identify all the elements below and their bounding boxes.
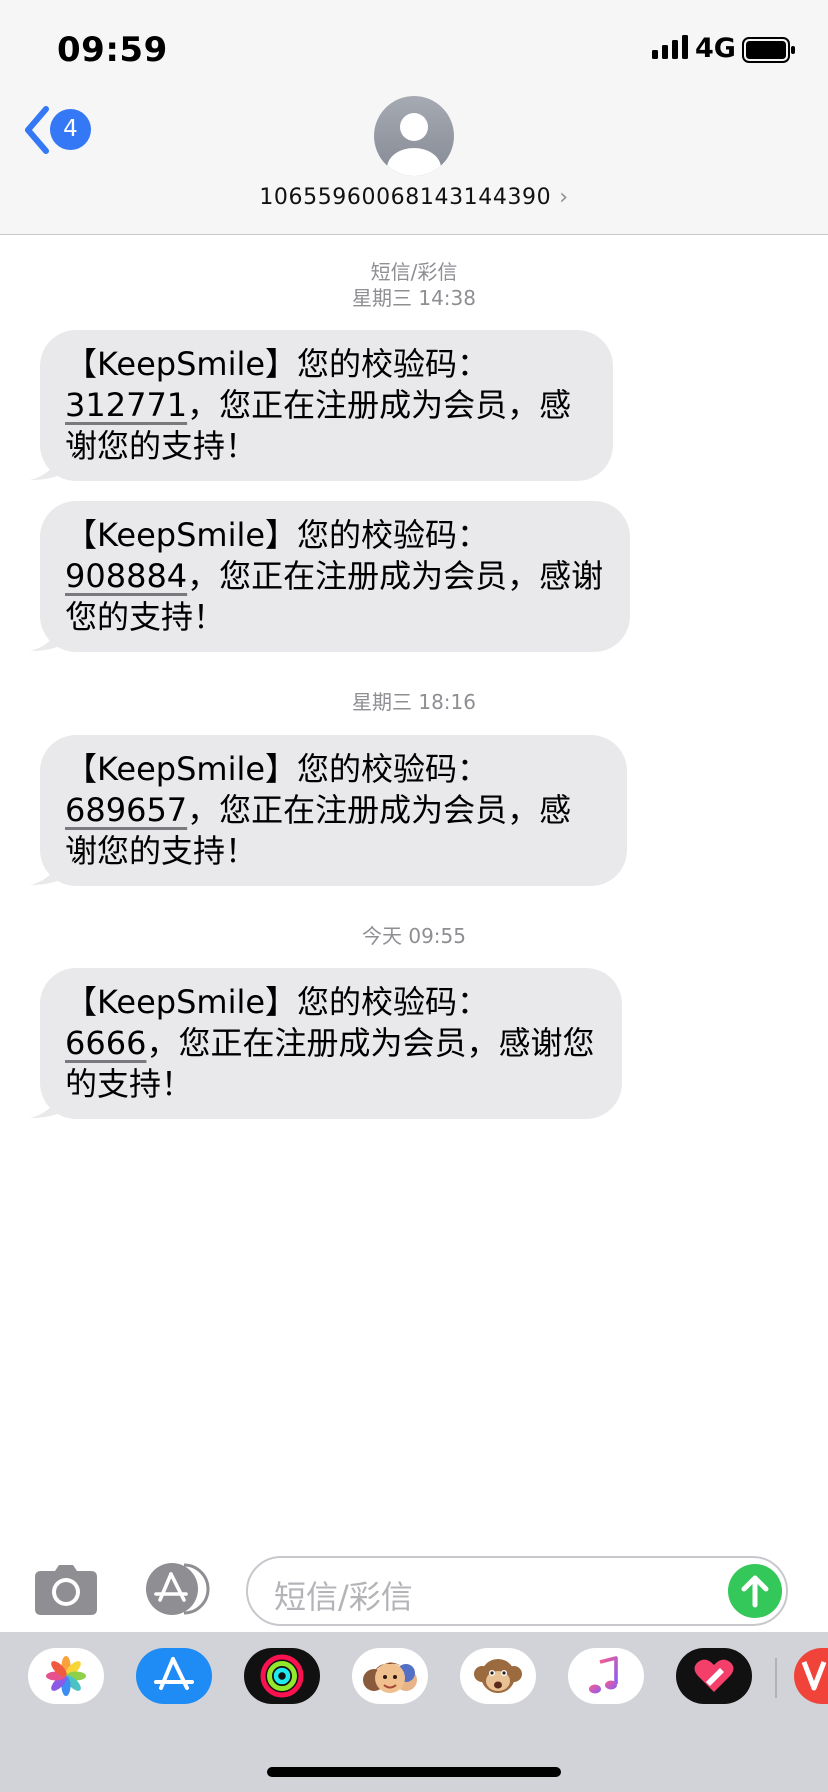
verification-code[interactable]: 908884 xyxy=(65,557,187,595)
bubble-tail xyxy=(30,449,74,480)
service-label: 短信/彩信 xyxy=(370,260,458,284)
message-bubble[interactable]: 【KeepSmile】您的校验码：312771，您正在注册成为会员，感谢您的支持… xyxy=(30,330,613,481)
drawer-divider xyxy=(775,1658,777,1698)
navigation-header: 09:59 4G 4 10655960068143144390 › xyxy=(0,0,828,235)
contact-avatar[interactable] xyxy=(374,96,454,176)
message-bubble[interactable]: 【KeepSmile】您的校验码：689657，您正在注册成为会员，感谢您的支持… xyxy=(30,735,627,886)
camera-icon[interactable] xyxy=(35,1565,97,1615)
memoji-app-icon[interactable] xyxy=(352,1648,428,1704)
status-time: 09:59 xyxy=(57,30,168,70)
partial-app-icon[interactable] xyxy=(794,1648,828,1704)
battery-icon xyxy=(742,37,795,63)
bubble-tail xyxy=(30,620,74,651)
app-store-app-icon[interactable] xyxy=(136,1648,212,1704)
verification-code[interactable]: 6666 xyxy=(65,1024,146,1062)
chevron-right-icon: › xyxy=(559,185,569,210)
timestamp: 星期三 18:16 xyxy=(352,690,476,714)
message-input[interactable]: 短信/彩信 xyxy=(246,1556,788,1626)
timestamp: 今天 09:55 xyxy=(362,924,466,948)
verification-code[interactable]: 689657 xyxy=(65,791,187,829)
activity-app-icon[interactable] xyxy=(244,1648,320,1704)
animoji-app-icon[interactable] xyxy=(460,1648,536,1704)
home-indicator[interactable] xyxy=(267,1767,561,1777)
send-arrow-icon[interactable] xyxy=(728,1564,782,1618)
bubble-tail xyxy=(30,854,74,885)
timestamp: 星期三 14:38 xyxy=(352,286,476,310)
network-type: 4G xyxy=(695,33,736,64)
message-text: 【KeepSmile】您的校验码： xyxy=(65,345,490,383)
message-text: 【KeepSmile】您的校验码： xyxy=(65,516,490,554)
music-app-icon[interactable] xyxy=(568,1648,644,1704)
message-text: 【KeepSmile】您的校验码： xyxy=(65,750,490,788)
bubble-tail xyxy=(30,1087,74,1118)
cellular-signal-icon xyxy=(652,35,688,59)
contact-number-text: 10655960068143144390 xyxy=(259,185,552,210)
message-input-placeholder: 短信/彩信 xyxy=(274,1578,413,1616)
photos-app-icon[interactable] xyxy=(28,1648,104,1704)
app-store-icon[interactable] xyxy=(140,1562,214,1616)
verification-code[interactable]: 312771 xyxy=(65,386,187,424)
message-bubble[interactable]: 【KeepSmile】您的校验码：6666，您正在注册成为会员，感谢您的支持！ xyxy=(30,968,622,1119)
contact-number[interactable]: 10655960068143144390 › xyxy=(0,185,828,210)
heart-app-icon[interactable] xyxy=(676,1648,752,1704)
unread-count-badge[interactable]: 4 xyxy=(50,109,91,150)
message-text: 【KeepSmile】您的校验码： xyxy=(65,983,490,1021)
message-bubble[interactable]: 【KeepSmile】您的校验码：908884，您正在注册成为会员，感谢您的支持… xyxy=(30,501,630,652)
